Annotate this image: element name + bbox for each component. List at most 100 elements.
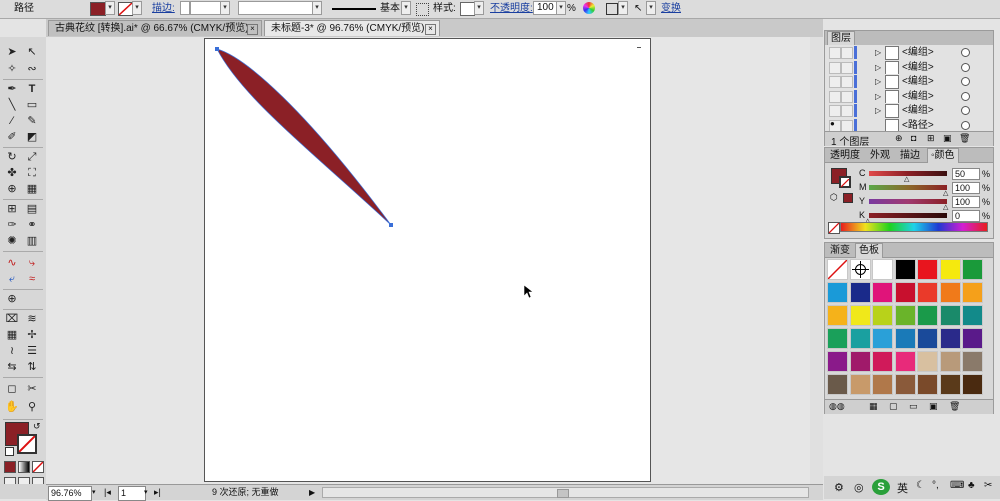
color-swatch[interactable] — [849, 282, 871, 303]
curve-tool-b[interactable]: ⤷ — [23, 255, 41, 271]
color-swatch[interactable] — [827, 305, 848, 326]
channel-slider[interactable] — [869, 185, 947, 190]
swatch-none[interactable] — [827, 259, 848, 280]
ime-settings-icon[interactable]: ⚙ — [834, 481, 844, 494]
grid-tool[interactable]: ▦ — [3, 327, 21, 343]
web-safe-swatch[interactable] — [843, 193, 853, 203]
skin-icon[interactable]: ♣ — [968, 480, 975, 491]
swatch-options-icon[interactable]: ▢ — [889, 401, 898, 412]
color-swatch[interactable] — [894, 351, 916, 372]
stroke-weight-stepper[interactable] — [180, 1, 190, 15]
ime-toggle-icon[interactable]: ◎ — [854, 481, 864, 494]
mesh-tool[interactable]: ⊞ — [3, 201, 21, 217]
close-icon[interactable]: × — [425, 24, 436, 35]
new-color-group-icon[interactable]: ▭ — [909, 401, 918, 412]
color-swatch[interactable] — [917, 282, 938, 303]
color-swatch[interactable] — [939, 282, 961, 303]
color-swatch[interactable] — [917, 328, 938, 349]
tab-layers[interactable]: 图层 — [827, 31, 855, 46]
tab-document-2[interactable]: 未标题-3* @ 96.76% (CMYK/预览) × — [264, 20, 440, 36]
eraser-tool[interactable]: ◩ — [23, 129, 41, 145]
delete-layer-icon[interactable]: 🗑 — [959, 133, 970, 144]
scroll-thumb[interactable] — [557, 489, 569, 498]
color-swatch[interactable] — [894, 282, 916, 303]
select-similar-icon[interactable]: ↖ — [634, 3, 642, 14]
color-swatch[interactable] — [894, 374, 916, 395]
curve-tool-a[interactable]: ∿ — [3, 255, 21, 271]
ime-language-label[interactable]: 英 — [897, 480, 908, 496]
gradient-tool[interactable]: ▤ — [23, 201, 41, 217]
color-spectrum-bar[interactable] — [840, 222, 988, 232]
stroke-dropdown[interactable]: ▾ — [132, 1, 142, 15]
color-mode-button[interactable] — [4, 461, 16, 473]
stroke-none-swatch[interactable] — [118, 2, 133, 16]
magic-wand-tool[interactable]: ✧ — [3, 61, 21, 77]
color-swatch[interactable] — [962, 374, 983, 395]
lasso-tool[interactable]: ∾ — [23, 61, 41, 77]
align-dropdown[interactable]: ▾ — [618, 1, 628, 15]
lock-toggle[interactable] — [841, 90, 853, 103]
crosshair-icon[interactable]: ⊕ — [3, 291, 21, 307]
color-swatch[interactable] — [939, 374, 961, 395]
slice-tool[interactable]: ✂ — [23, 381, 41, 397]
blob-brush-tool[interactable]: ✐ — [3, 129, 21, 145]
tab-swatches[interactable]: 色板 — [855, 243, 883, 258]
tab-gradient[interactable]: 渐变 — [827, 244, 853, 257]
slider-handle-icon[interactable]: △ — [904, 175, 909, 183]
direct-selection-tool[interactable]: ↖ — [23, 44, 41, 60]
align-icon[interactable] — [606, 3, 618, 15]
tab-stroke[interactable]: 描边 — [897, 149, 923, 162]
color-swatch[interactable] — [939, 305, 961, 326]
color-swatch[interactable] — [894, 328, 916, 349]
show-kinds-icon[interactable]: ▦ — [869, 401, 878, 412]
channel-slider[interactable] — [869, 199, 947, 204]
color-swatch[interactable] — [849, 374, 871, 395]
expand-triangle-icon[interactable]: ▷ — [875, 75, 881, 88]
style-swatch[interactable] — [460, 2, 475, 16]
moon-icon[interactable]: ☾ — [916, 480, 925, 491]
color-swatch[interactable] — [872, 351, 893, 372]
rectangle-tool[interactable]: ▭ — [23, 97, 41, 113]
free-transform-tool[interactable]: ⛶ — [23, 165, 41, 181]
channel-value-input[interactable]: 50 — [952, 168, 980, 180]
default-colors-icon[interactable] — [5, 447, 14, 456]
tools-icon[interactable]: ✂ — [984, 480, 992, 491]
width-tool[interactable]: ✤ — [3, 165, 21, 181]
color-swatch[interactable] — [939, 259, 961, 280]
visibility-toggle[interactable] — [829, 47, 841, 59]
artboard[interactable] — [204, 38, 651, 482]
color-swatch[interactable] — [962, 259, 983, 280]
last-page-button[interactable]: ▸| — [154, 486, 161, 499]
align-tool[interactable]: ☰ — [23, 343, 41, 359]
page-dropdown[interactable]: ▾ — [144, 486, 148, 499]
envelope-tool[interactable]: ⌧ — [3, 311, 21, 327]
color-swatch[interactable] — [872, 282, 893, 303]
column-graph-tool[interactable]: ▥ — [23, 233, 41, 249]
anchor-point-start[interactable] — [215, 47, 219, 51]
shape-builder-tool[interactable]: ⊕ — [3, 181, 21, 197]
locate-object-icon[interactable]: ⊕ — [895, 133, 903, 144]
color-swatch[interactable] — [872, 328, 893, 349]
new-layer-icon[interactable]: ▣ — [943, 133, 952, 144]
color-swatch[interactable] — [827, 328, 848, 349]
visibility-toggle[interactable] — [829, 76, 841, 88]
close-icon[interactable]: × — [247, 24, 258, 35]
color-swatch[interactable] — [872, 374, 893, 395]
new-sublayer-icon[interactable]: ⊞ — [927, 133, 935, 144]
tab-transparency[interactable]: 透明度 — [827, 149, 863, 162]
tab-color[interactable]: ◦颜色 — [927, 148, 959, 163]
paintbrush-tool[interactable]: ∕ — [3, 113, 21, 129]
color-swatch[interactable] — [962, 351, 983, 372]
leaf-shape[interactable] — [217, 49, 391, 225]
color-swatch[interactable] — [962, 305, 983, 326]
target-circle-icon[interactable] — [961, 91, 970, 101]
color-swatch[interactable] — [849, 305, 871, 326]
recolor-artwork-icon[interactable] — [583, 2, 595, 14]
lock-toggle[interactable] — [841, 76, 853, 88]
zoom-tool[interactable]: ⚲ — [23, 399, 41, 415]
target-circle-icon[interactable] — [961, 48, 970, 57]
twist-tool[interactable]: ✢ — [23, 327, 41, 343]
channel-value-input[interactable]: 0 — [952, 210, 980, 222]
first-page-button[interactable]: |◂ — [104, 486, 111, 499]
variable-width-profile[interactable] — [238, 1, 322, 15]
